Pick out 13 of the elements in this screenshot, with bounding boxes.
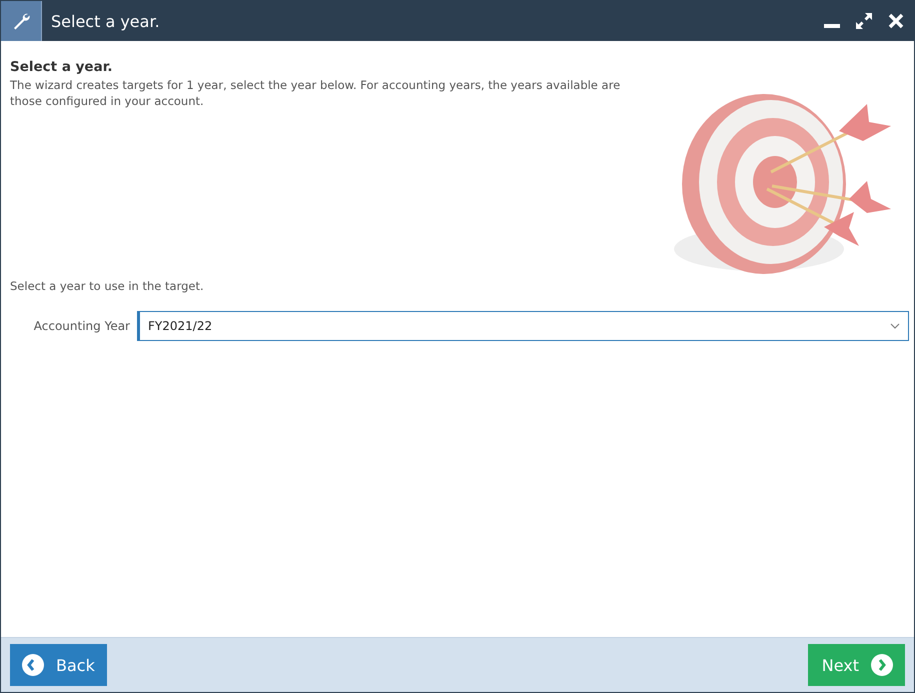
description: The wizard creates targets for 1 year, select the year below. For accounting years, the years available are those configured in your account. [10,77,622,109]
prompt-text: Select a year to use in the target. [10,279,205,293]
window-title: Select a year. [51,12,161,30]
maximize-icon[interactable] [854,11,874,31]
next-button[interactable]: Next [808,644,905,686]
chevron-left-icon [22,654,44,676]
year-dropdown[interactable]: FY2021/22 [137,311,909,341]
close-icon[interactable] [888,13,904,29]
back-button[interactable]: Back [10,644,107,686]
heading: Select a year. [10,59,114,75]
chevron-right-icon [871,654,893,676]
field-label: Accounting Year [32,319,131,333]
chevron-down-icon [890,323,900,329]
